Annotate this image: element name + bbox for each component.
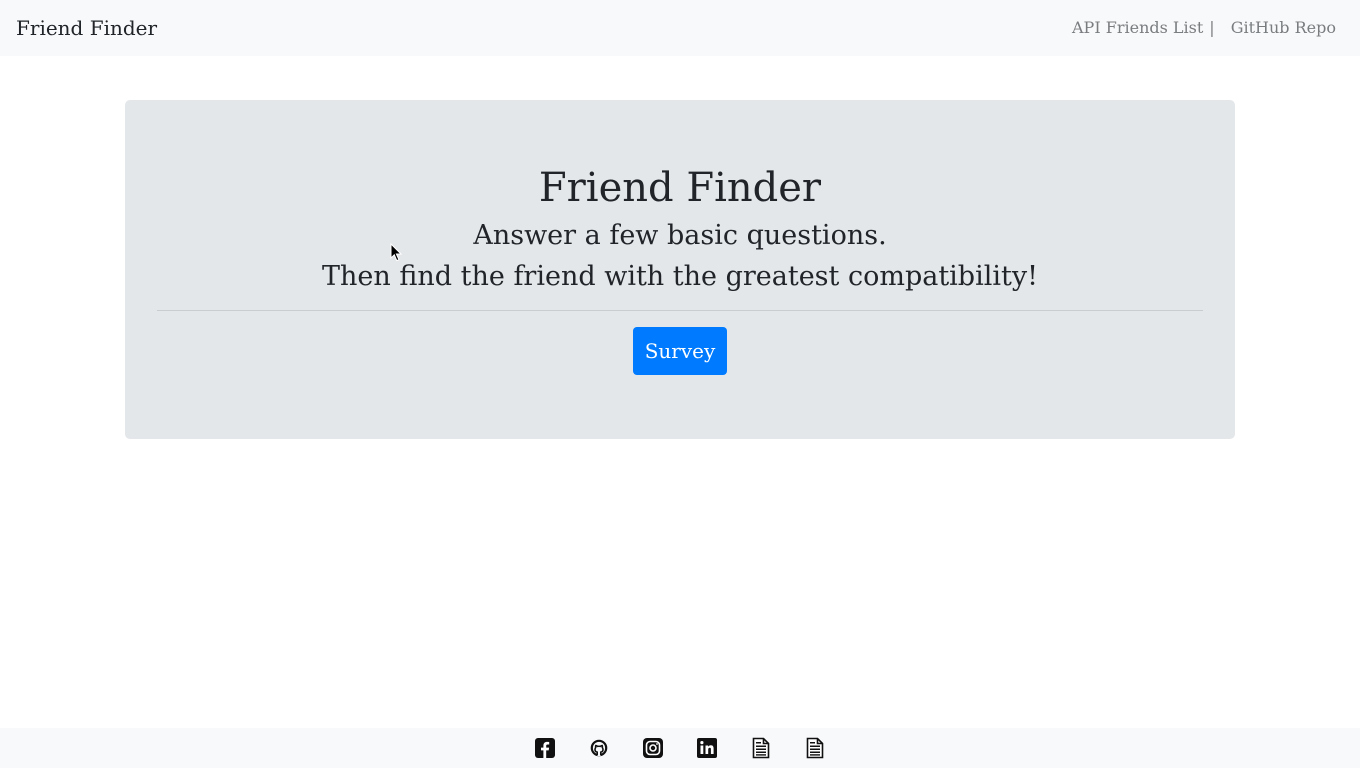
lead-line-2: Then find the friend with the greatest c… [322,261,1038,292]
navbar-links: API Friends List | GitHub Repo [1072,17,1336,39]
page-title: Friend Finder [538,165,822,211]
document-icon[interactable] [750,737,772,759]
navbar-brand[interactable]: Friend Finder [16,15,157,41]
footer [0,728,1360,768]
github-icon[interactable] [588,737,610,759]
nav-separator: | [1209,18,1215,37]
navbar: Friend Finder API Friends List | GitHub … [0,0,1360,56]
facebook-icon[interactable] [534,737,556,759]
api-friends-list-link[interactable]: API Friends List [1072,17,1203,39]
github-repo-link[interactable]: GitHub Repo [1231,17,1336,39]
jumbotron: Friend Finder Answer a few basic questio… [125,100,1235,439]
document-icon[interactable] [804,737,826,759]
linkedin-icon[interactable] [696,737,718,759]
lead-line-1: Answer a few basic questions. [473,220,887,251]
footer-icons [534,737,826,759]
survey-button[interactable]: Survey [633,327,727,375]
divider [157,310,1203,311]
instagram-icon[interactable] [642,737,664,759]
